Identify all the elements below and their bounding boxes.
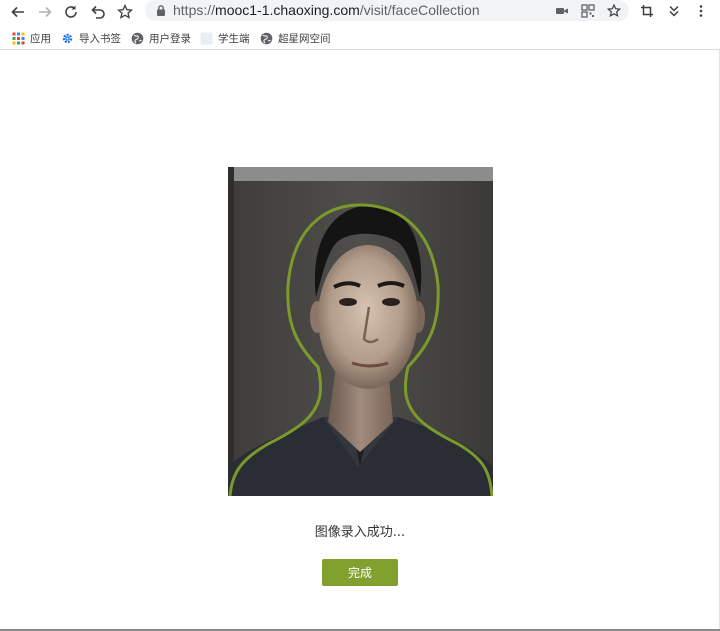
chevron-down-double-icon[interactable]: [665, 2, 683, 20]
globe-icon: [260, 32, 273, 45]
blank-page-icon: [200, 32, 213, 45]
address-bar[interactable]: https://mooc1-1.chaoxing.com/visit/faceC…: [145, 0, 629, 21]
done-button[interactable]: 完成: [322, 559, 398, 586]
url-path: /visit/faceCollection: [359, 2, 480, 18]
bookmark-chaoxing-space[interactable]: 超星网空间: [260, 29, 331, 47]
bookmark-label: 学生端: [218, 32, 250, 45]
bookmark-label: 应用: [30, 32, 51, 45]
url-prefix: https://: [173, 2, 216, 18]
gear-icon: [61, 32, 74, 45]
reload-icon[interactable]: [61, 2, 81, 22]
undo-icon[interactable]: [88, 2, 108, 22]
lock-icon: [157, 5, 165, 16]
face-capture-image: [228, 167, 493, 496]
bookmark-label: 用户登录: [149, 32, 191, 45]
url-host: mooc1-1.chaoxing.com: [215, 2, 360, 18]
bookmark-label: 超星网空间: [278, 32, 331, 45]
bookmark-import[interactable]: 导入书签: [61, 29, 121, 47]
forward-arrow-icon[interactable]: [35, 2, 55, 22]
back-arrow-icon[interactable]: [8, 2, 28, 22]
browser-toolbar: https://mooc1-1.chaoxing.com/visit/faceC…: [0, 0, 720, 24]
bookmark-apps[interactable]: 应用: [12, 29, 51, 47]
apps-grid-icon: [12, 32, 25, 45]
crop-icon[interactable]: [638, 2, 656, 20]
more-menu-icon[interactable]: [692, 2, 710, 20]
bookmarks-bar: 应用 导入书签 用户登录 学生端 超星网空间: [0, 26, 720, 50]
bookmark-star-icon[interactable]: [115, 2, 135, 22]
status-message: 图像录入成功...: [314, 525, 406, 540]
globe-icon: [131, 32, 144, 45]
qr-code-icon[interactable]: [579, 2, 597, 20]
url-text: https://mooc1-1.chaoxing.com/visit/faceC…: [173, 1, 480, 20]
bookmark-label: 导入书签: [79, 32, 121, 45]
bookmark-student[interactable]: 学生端: [200, 29, 250, 47]
camera-icon[interactable]: [553, 2, 571, 20]
star-icon[interactable]: [605, 2, 623, 20]
bookmark-user-login[interactable]: 用户登录: [131, 29, 191, 47]
